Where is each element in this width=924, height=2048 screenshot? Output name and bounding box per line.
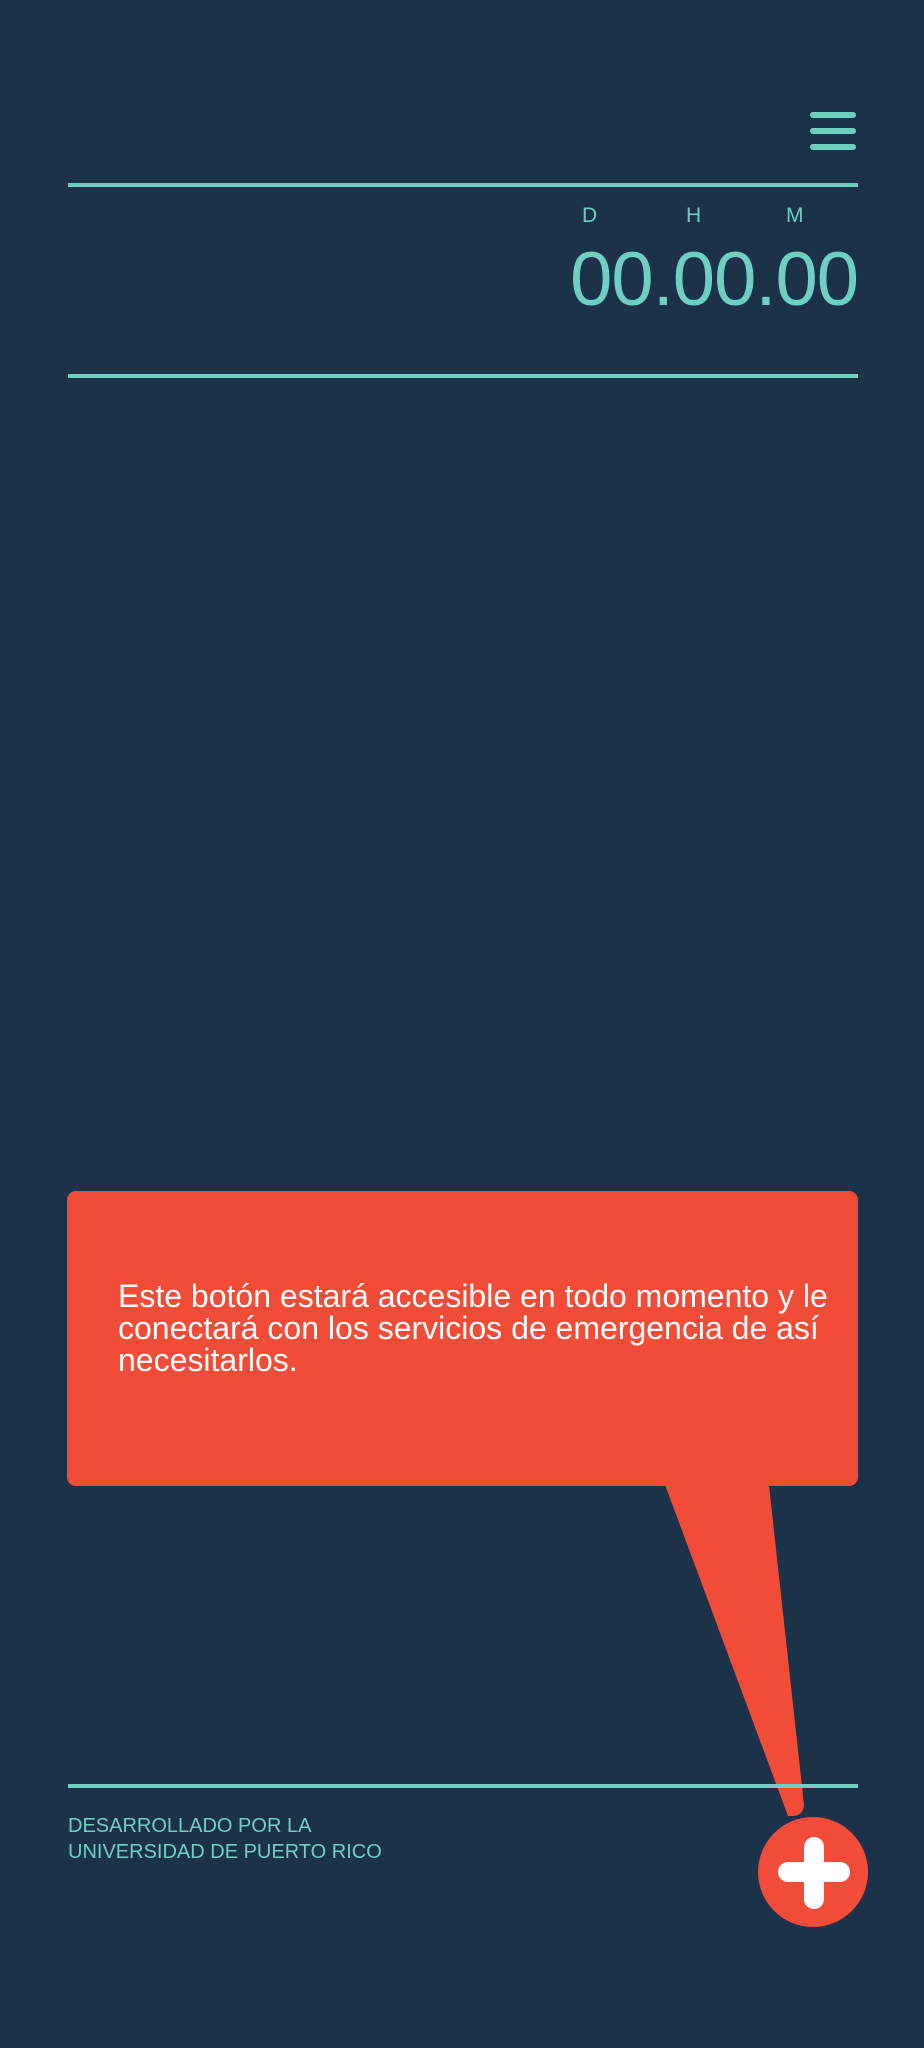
top-divider xyxy=(68,183,858,187)
footer-credit: DESARROLLADO POR LA UNIVERSIDAD DE PUERT… xyxy=(68,1813,382,1865)
timer-label-days: D xyxy=(582,204,598,227)
timer-display: 00.00.00 xyxy=(570,237,859,322)
menu-button[interactable] xyxy=(806,108,858,158)
timer-label-minutes: M xyxy=(786,204,804,227)
tooltip-text: Este botón estará accesible en todo mome… xyxy=(118,1278,828,1378)
plus-cross-icon xyxy=(778,1837,850,1909)
footer-divider xyxy=(68,1784,858,1788)
timer-unit-labels: D H M xyxy=(556,204,858,234)
emergency-button[interactable] xyxy=(758,1817,868,1927)
footer-line-2: UNIVERSIDAD DE PUERTO RICO xyxy=(68,1841,382,1863)
timer-label-hours: H xyxy=(686,204,702,227)
timer-bottom-divider xyxy=(68,374,858,378)
footer-line-1: DESARROLLADO POR LA xyxy=(68,1815,312,1837)
